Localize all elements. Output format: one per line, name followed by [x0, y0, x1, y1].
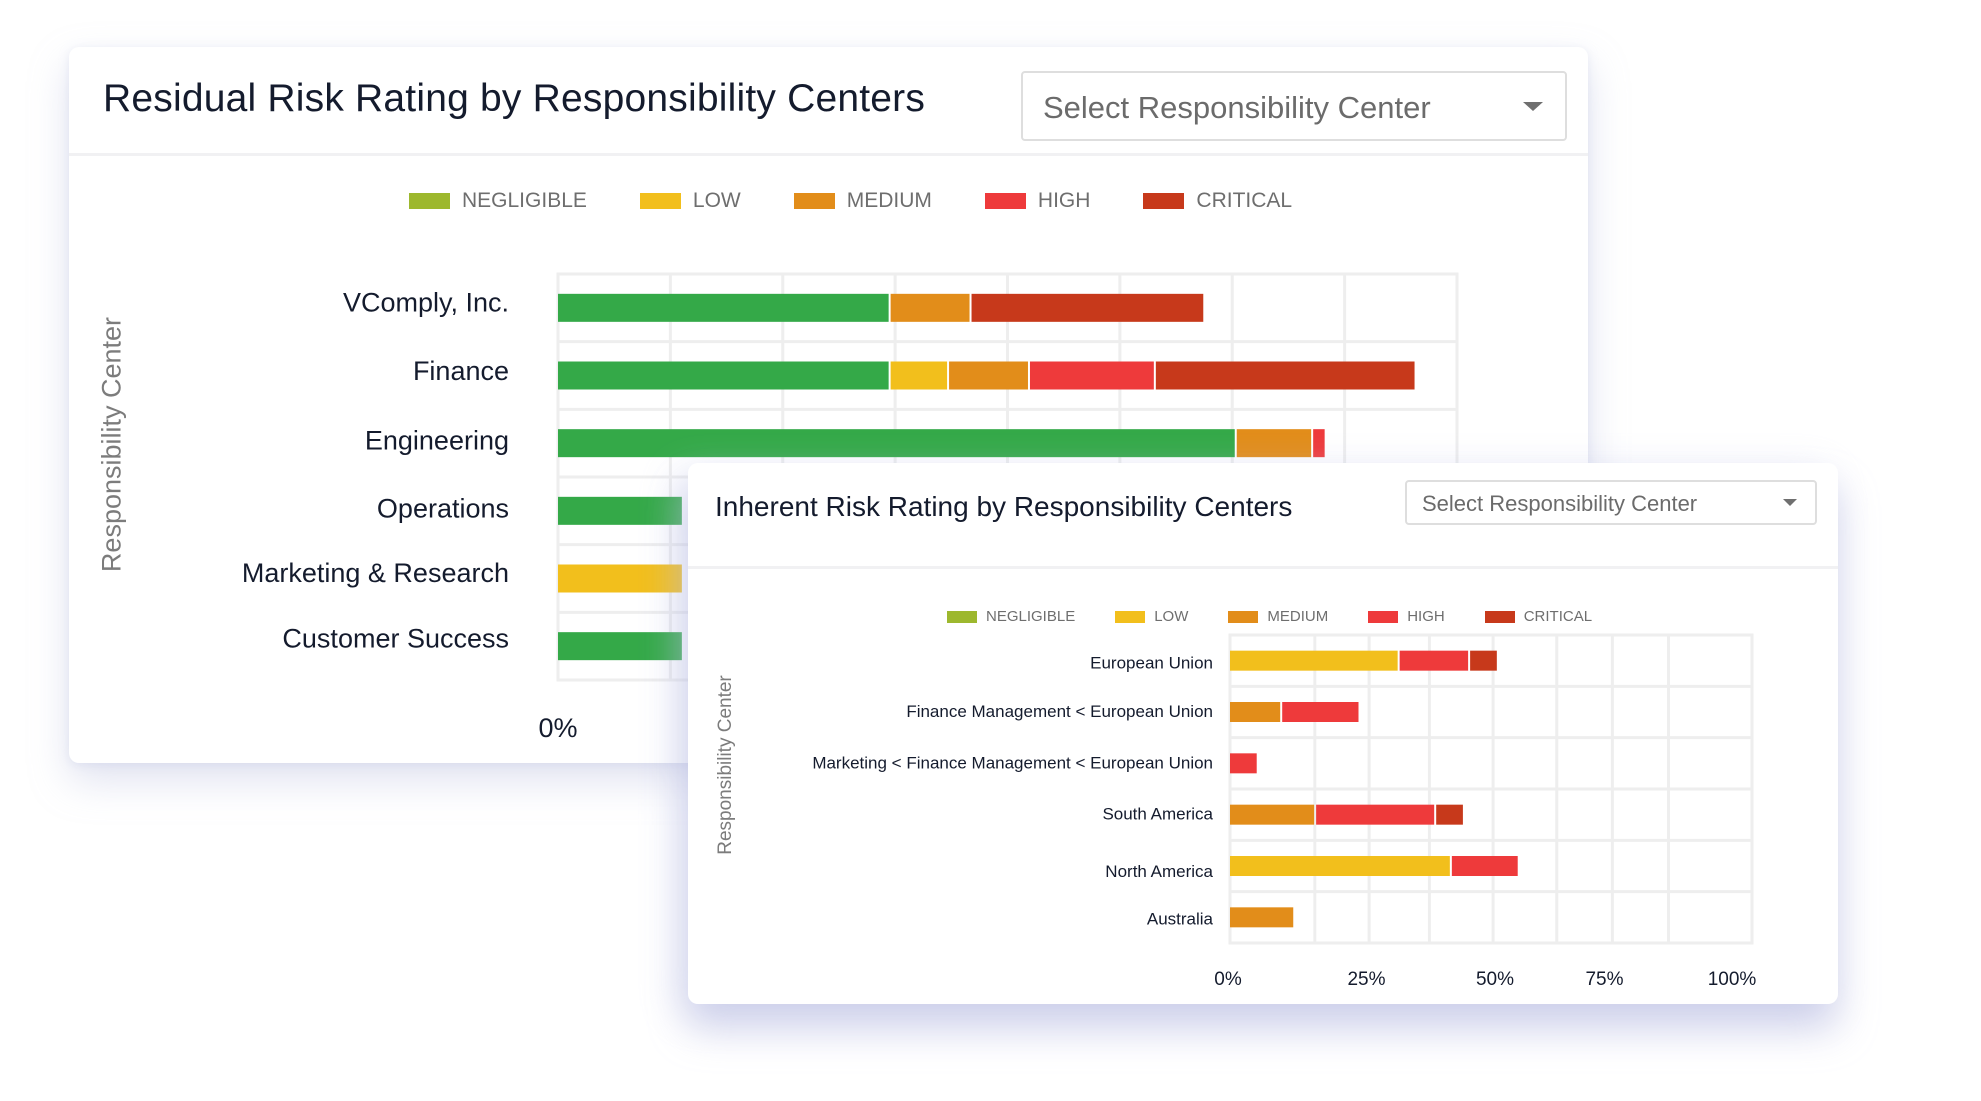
bar-segment-low — [1230, 856, 1450, 876]
bar-segment-negligible — [558, 429, 1235, 458]
bar-segment-medium — [890, 293, 970, 322]
bar-segment-critical — [1470, 650, 1497, 671]
bar-segment-medium — [1230, 907, 1294, 928]
bar-segment-medium — [1230, 804, 1315, 825]
bar-segment-critical — [971, 293, 1204, 322]
bar-segment-low — [890, 361, 948, 390]
bar-segment-critical — [1436, 804, 1463, 825]
bar-segment-low — [1230, 650, 1398, 671]
bar-segment-critical — [1155, 361, 1415, 390]
bar-segment-low — [558, 564, 682, 593]
inherent-chart-plot: European Union Finance Management < Europ… — [812, 633, 1757, 990]
category-label: Customer Success — [282, 624, 509, 654]
x-tick-label: 0% — [538, 713, 577, 743]
bar-segment-medium — [1236, 429, 1312, 458]
category-label: Australia — [1147, 909, 1214, 928]
bar-segment-negligible — [558, 361, 889, 390]
bar-segment-high — [1451, 856, 1518, 876]
category-label: Marketing < Finance Management < Europea… — [812, 753, 1213, 772]
category-label: North America — [1105, 862, 1213, 881]
bar-segment-high — [1029, 361, 1154, 390]
x-tick-label: 0% — [1214, 969, 1242, 990]
bar-segment-negligible — [558, 496, 682, 525]
x-tick-label: 25% — [1347, 969, 1385, 990]
bar-segment-high — [1282, 702, 1359, 722]
bar-segment-medium — [949, 361, 1028, 390]
x-tick-label: 50% — [1476, 969, 1514, 990]
category-label: Finance Management < European Union — [906, 702, 1213, 721]
bar-segment-medium — [1230, 702, 1281, 722]
category-label: Finance — [413, 356, 509, 386]
bar-segment-high — [1230, 753, 1257, 774]
bar-segment-negligible — [558, 632, 682, 661]
bar-segment-high — [1316, 804, 1435, 825]
bar-segment-high — [1399, 650, 1469, 671]
x-tick-label: 75% — [1585, 969, 1623, 990]
inherent-risk-card: Inherent Risk Rating by Responsibility C… — [688, 463, 1838, 1004]
category-label: Operations — [377, 493, 509, 523]
category-label: Marketing & Research — [242, 558, 509, 588]
category-label: Engineering — [365, 426, 509, 456]
category-label: VComply, Inc. — [343, 287, 509, 317]
category-label: South America — [1102, 805, 1213, 824]
bar-segment-negligible — [558, 293, 889, 322]
bar-segment-high — [1313, 429, 1325, 458]
category-label: European Union — [1090, 654, 1213, 673]
x-tick-label: 100% — [1708, 969, 1757, 990]
